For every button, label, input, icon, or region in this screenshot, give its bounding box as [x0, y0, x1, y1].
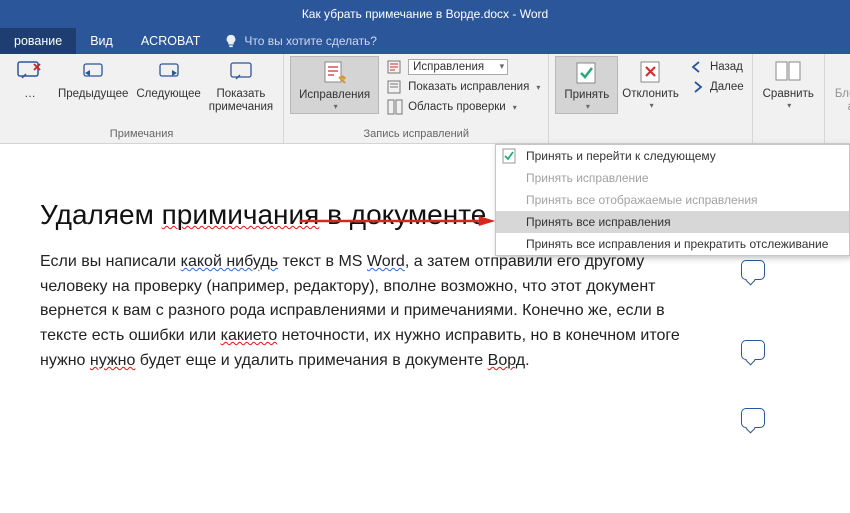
reject-button[interactable]: Отклонить ▾ [618, 56, 683, 112]
group-compare: Сравнить ▾ [753, 54, 825, 143]
show-notes-label: Показать примечания [209, 88, 273, 114]
group-protect: Блокировать авторов Ог реда [825, 54, 850, 143]
compare-button[interactable]: Сравнить ▾ [759, 56, 818, 112]
reject-label: Отклонить [622, 88, 679, 101]
titlebar: Как убрать примечание в Ворде.docx - Wor… [0, 0, 850, 28]
review-area-icon [387, 99, 403, 115]
accept-small-icon [502, 148, 518, 164]
track-label: Исправления [299, 89, 370, 102]
next-note-button[interactable]: Следующее [132, 56, 204, 103]
show-fixes-icon [387, 79, 403, 95]
next-note-icon [155, 58, 183, 86]
ribbon: … Предыдущее Следующее Показать примечан… [0, 54, 850, 144]
tab-view[interactable]: Вид [76, 28, 127, 54]
group-notes: … Предыдущее Следующее Показать примечан… [0, 54, 284, 143]
window-title: Как убрать примечание в Ворде.docx - Wor… [302, 7, 548, 21]
display-mode-icon [387, 59, 403, 75]
dropdown-accept-all-stop[interactable]: Принять все исправления и прекратить отс… [496, 233, 849, 255]
chevron-down-icon: ▾ [787, 101, 791, 110]
change-back-button[interactable]: Назад [687, 58, 746, 76]
show-notes-icon [227, 58, 255, 86]
note-delete-icon [16, 58, 44, 86]
track-changes-button[interactable]: Исправления ▾ [290, 56, 379, 114]
compare-label: Сравнить [763, 88, 814, 101]
dropdown-accept-next[interactable]: Принять и перейти к следующему [496, 145, 849, 167]
comment-indicator[interactable] [741, 260, 765, 280]
group-track-label: Запись исправлений [290, 126, 542, 143]
next-note-label: Следующее [136, 88, 200, 101]
change-forward-button[interactable]: Далее [687, 78, 746, 96]
tab-review[interactable]: рование [0, 28, 76, 54]
display-mode-combo[interactable]: Исправления [385, 58, 542, 76]
comment-indicator[interactable] [741, 340, 765, 360]
accept-button[interactable]: Принять ▾ [555, 56, 618, 114]
tab-acrobat[interactable]: ACROBAT [127, 28, 215, 54]
back-label: Назад [710, 61, 743, 73]
display-mode-value: Исправления [408, 59, 508, 75]
forward-icon [689, 79, 705, 95]
group-track: Исправления ▾ Исправления Показать испра… [284, 54, 549, 143]
reject-icon [637, 58, 665, 86]
show-fixes-button[interactable]: Показать исправления ▾ [385, 78, 542, 96]
group-changes: Принять ▾ Отклонить ▾ Назад Далее [549, 54, 752, 143]
chevron-down-icon: ▾ [513, 103, 517, 112]
tellme-search[interactable]: Что вы хотите сделать? [214, 28, 387, 54]
block-authors-button[interactable]: Блокировать авторов [831, 56, 850, 116]
prev-note-label: Предыдущее [58, 88, 128, 101]
accept-icon [573, 59, 601, 87]
annotation-arrow [280, 216, 515, 226]
ribbon-tabs: рование Вид ACROBAT Что вы хотите сделат… [0, 28, 850, 54]
dropdown-accept-all[interactable]: Принять все исправления [496, 211, 849, 233]
group-notes-label: Примечания [6, 126, 277, 143]
review-area-label: Область проверки [408, 101, 506, 113]
chevron-down-icon: ▾ [536, 83, 540, 92]
chevron-down-icon: ▾ [586, 102, 590, 111]
block-authors-label: Блокировать авторов [835, 88, 850, 114]
dropdown-accept-change: Принять исправление [496, 167, 849, 189]
tellme-placeholder: Что вы хотите сделать? [244, 34, 377, 48]
track-icon [321, 59, 349, 87]
dropdown-accept-shown: Принять все отображаемые исправления [496, 189, 849, 211]
compare-icon [774, 58, 802, 86]
accept-dropdown: Принять и перейти к следующему Принять и… [495, 144, 850, 256]
show-notes-button[interactable]: Показать примечания [205, 56, 277, 116]
delete-note-button[interactable]: … [6, 56, 54, 103]
forward-label: Далее [710, 81, 744, 93]
prev-note-button[interactable]: Предыдущее [54, 56, 132, 103]
chevron-down-icon: ▾ [650, 101, 654, 110]
review-area-button[interactable]: Область проверки ▾ [385, 98, 542, 116]
prev-note-icon [79, 58, 107, 86]
lightbulb-icon [224, 34, 238, 48]
comment-indicator[interactable] [741, 408, 765, 428]
back-icon [689, 59, 705, 75]
document-paragraph: Если вы написали какой нибудь текст в MS… [40, 250, 700, 374]
accept-label: Принять [564, 89, 609, 102]
chevron-down-icon: ▾ [334, 102, 338, 111]
show-fixes-label: Показать исправления [408, 81, 529, 93]
